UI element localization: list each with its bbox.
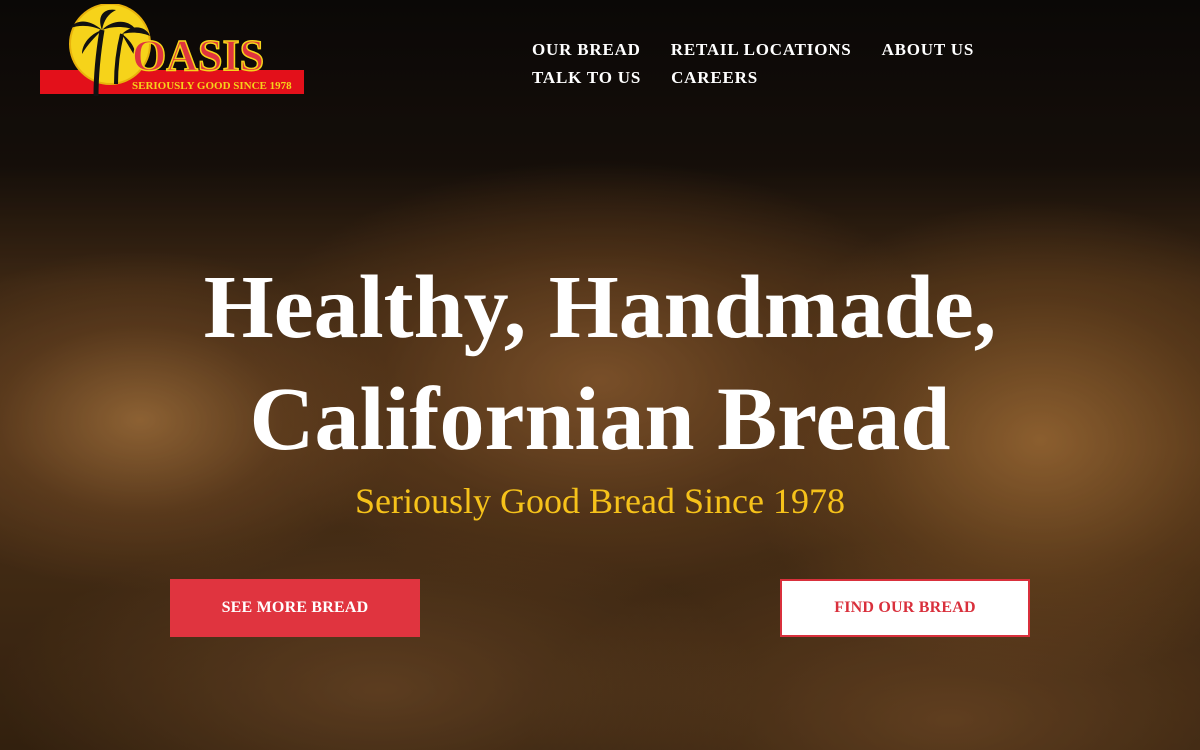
find-our-bread-button[interactable]: FIND OUR BREAD [780,579,1030,637]
hero-headline: Healthy, Handmade, Californian Bread [0,252,1200,476]
oasis-logo[interactable]: OASIS SERIOUSLY GOOD SINCE 1978 [40,4,304,98]
logo-slogan: SERIOUSLY GOOD SINCE 1978 [132,80,292,92]
main-navigation: OUR BREAD RETAIL LOCATIONS ABOUT US TALK… [532,40,1132,88]
nav-talk-to-us[interactable]: TALK TO US [532,68,641,88]
hero-tagline: Seriously Good Bread Since 1978 [355,481,845,521]
nav-retail-locations[interactable]: RETAIL LOCATIONS [671,40,852,60]
nav-our-bread[interactable]: OUR BREAD [532,40,641,60]
hero-headline-line1: Healthy, Handmade, [203,258,997,357]
nav-about-us[interactable]: ABOUT US [882,40,975,60]
nav-careers[interactable]: CAREERS [671,68,758,88]
palm-tree-sun-icon: OASIS SERIOUSLY GOOD SINCE 1978 [40,4,304,97]
logo-wordmark: OASIS [132,31,264,80]
see-more-bread-button[interactable]: SEE MORE BREAD [170,579,420,637]
hero-headline-line2: Californian Bread [249,370,951,469]
